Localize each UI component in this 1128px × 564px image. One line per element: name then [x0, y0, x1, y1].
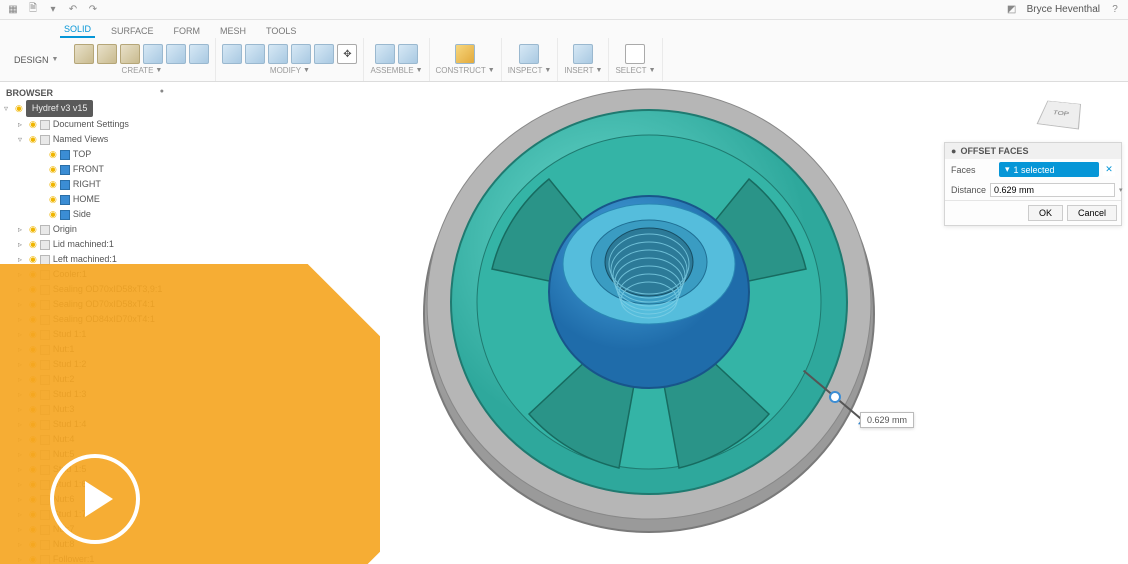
undo-icon[interactable]: ↶ — [66, 3, 80, 17]
move-icon[interactable]: ✥ — [337, 44, 357, 64]
tree-item[interactable]: ▹◉Nut:4 — [4, 432, 166, 447]
tree-item[interactable]: ▹◉Origin — [4, 222, 166, 237]
tree-item[interactable]: ◉TOP — [4, 147, 166, 162]
tree-item[interactable]: ◉FRONT — [4, 162, 166, 177]
shell-icon[interactable] — [268, 44, 288, 64]
tab-tools[interactable]: TOOLS — [262, 24, 300, 38]
panel-marker-icon: ● — [951, 146, 956, 156]
select-icon[interactable] — [625, 44, 645, 64]
box-icon[interactable] — [74, 44, 94, 64]
save-icon[interactable]: ▾ — [46, 3, 60, 17]
play-icon — [85, 481, 113, 517]
panel-title-label: OFFSET FACES — [960, 146, 1028, 156]
tree-item[interactable]: ▹◉Stud 1:3 — [4, 387, 166, 402]
browser-title: BROWSER● — [4, 86, 166, 100]
offset-faces-panel: ● OFFSET FACES Faces ▾1 selected ✕ Distan… — [944, 142, 1122, 226]
browser-collapse-icon[interactable]: ● — [160, 88, 164, 98]
distance-tooltip[interactable]: 0.629 mm — [860, 412, 914, 428]
distance-label: Distance — [951, 185, 986, 195]
ribbon-group-select: SELECT▼ — [609, 38, 662, 81]
faces-label: Faces — [951, 165, 995, 175]
insert-icon[interactable] — [573, 44, 593, 64]
press-pull-icon[interactable] — [245, 44, 265, 64]
redo-icon[interactable]: ↷ — [86, 3, 100, 17]
cancel-button[interactable]: Cancel — [1067, 205, 1117, 221]
sphere-icon[interactable] — [120, 44, 140, 64]
play-button[interactable] — [50, 454, 140, 544]
extensions-icon[interactable]: ◩ — [1005, 3, 1019, 17]
main-area: BROWSER● ▿◉ Hydref v3 v15 ▹◉Document Set… — [0, 82, 1128, 564]
extrude-icon[interactable] — [166, 44, 186, 64]
clear-selection-icon[interactable]: ✕ — [1103, 164, 1115, 176]
file-icon[interactable]: 🗎 — [26, 3, 40, 17]
help-icon[interactable]: ? — [1108, 3, 1122, 17]
design-dropdown[interactable]: DESIGN▼ — [4, 51, 68, 69]
joint-icon[interactable] — [375, 44, 395, 64]
ribbon-group-insert: INSERT▼ — [558, 38, 609, 81]
faces-selection-chip[interactable]: ▾1 selected — [999, 162, 1099, 177]
tree-item[interactable]: ▹◉Follower:1 — [4, 552, 166, 564]
tab-solid[interactable]: SOLID — [60, 22, 95, 38]
tree-item[interactable]: ▹◉Cooler:1 — [4, 267, 166, 282]
tree-item[interactable]: ▹◉Sealing OD84xID70xT4:1 — [4, 312, 166, 327]
tree-item[interactable]: ▹◉Sealing OD70xID58xT3,9:1 — [4, 282, 166, 297]
distance-input[interactable] — [990, 183, 1115, 197]
measure-icon[interactable] — [519, 44, 539, 64]
as-built-joint-icon[interactable] — [398, 44, 418, 64]
tab-form[interactable]: FORM — [170, 24, 205, 38]
draft-icon[interactable] — [291, 44, 311, 64]
tree-item[interactable]: ▹◉Nut:3 — [4, 402, 166, 417]
tree-item[interactable]: ▹◉Left machined:1 — [4, 252, 166, 267]
viewport[interactable]: 0.629 mm TOP ● OFFSET FACES Faces ▾1 sele… — [170, 82, 1128, 564]
tree-item[interactable]: ◉Side — [4, 207, 166, 222]
tree-item[interactable]: ▹◉Lid machined:1 — [4, 237, 166, 252]
ok-button[interactable]: OK — [1028, 205, 1063, 221]
workspace-tabs: SOLID SURFACE FORM MESH TOOLS — [0, 20, 1128, 38]
tree-item[interactable]: ◉RIGHT — [4, 177, 166, 192]
ribbon-group-modify: ✥ MODIFY▼ — [216, 38, 364, 81]
tree-item[interactable]: ▹◉Stud 1:4 — [4, 417, 166, 432]
ribbon-group-assemble: ASSEMBLE▼ — [364, 38, 429, 81]
model-part[interactable] — [409, 82, 889, 544]
ribbon: DESIGN▼ CREATE▼ ✥ MODIFY▼ ASSEMBLE▼ — [0, 38, 1128, 82]
tree-root[interactable]: ▿◉ Hydref v3 v15 — [4, 100, 166, 117]
tab-mesh[interactable]: MESH — [216, 24, 250, 38]
ribbon-group-inspect: INSPECT▼ — [502, 38, 559, 81]
revolve-icon[interactable] — [189, 44, 209, 64]
tree-item[interactable]: ▹◉Stud 1:2 — [4, 357, 166, 372]
distance-dropdown-icon[interactable]: ▾ — [1119, 186, 1123, 194]
sketch-icon[interactable] — [143, 44, 163, 64]
tree-item[interactable]: ▹◉Nut:2 — [4, 372, 166, 387]
app-menu-icon[interactable]: ▦ — [6, 3, 20, 17]
ribbon-group-create: CREATE▼ — [68, 38, 216, 81]
tree-item[interactable]: ▹◉Nut:1 — [4, 342, 166, 357]
tree-item[interactable]: ▿◉Named Views — [4, 132, 166, 147]
titlebar: ▦ 🗎 ▾ ↶ ↷ ◩ Bryce Heventhal ? — [0, 0, 1128, 20]
combine-icon[interactable] — [314, 44, 334, 64]
tree-item[interactable]: ▹◉Sealing OD70xID58xT4:1 — [4, 297, 166, 312]
tab-surface[interactable]: SURFACE — [107, 24, 158, 38]
tree-item[interactable]: ◉HOME — [4, 192, 166, 207]
fillet-icon[interactable] — [222, 44, 242, 64]
tree-item[interactable]: ▹◉Document Settings — [4, 117, 166, 132]
plane-icon[interactable] — [455, 44, 475, 64]
viewcube[interactable]: TOP — [1042, 94, 1092, 144]
cylinder-icon[interactable] — [97, 44, 117, 64]
ribbon-group-construct: CONSTRUCT▼ — [430, 38, 502, 81]
tree-item[interactable]: ▹◉Stud 1:1 — [4, 327, 166, 342]
username-label[interactable]: Bryce Heventhal — [1027, 4, 1100, 15]
